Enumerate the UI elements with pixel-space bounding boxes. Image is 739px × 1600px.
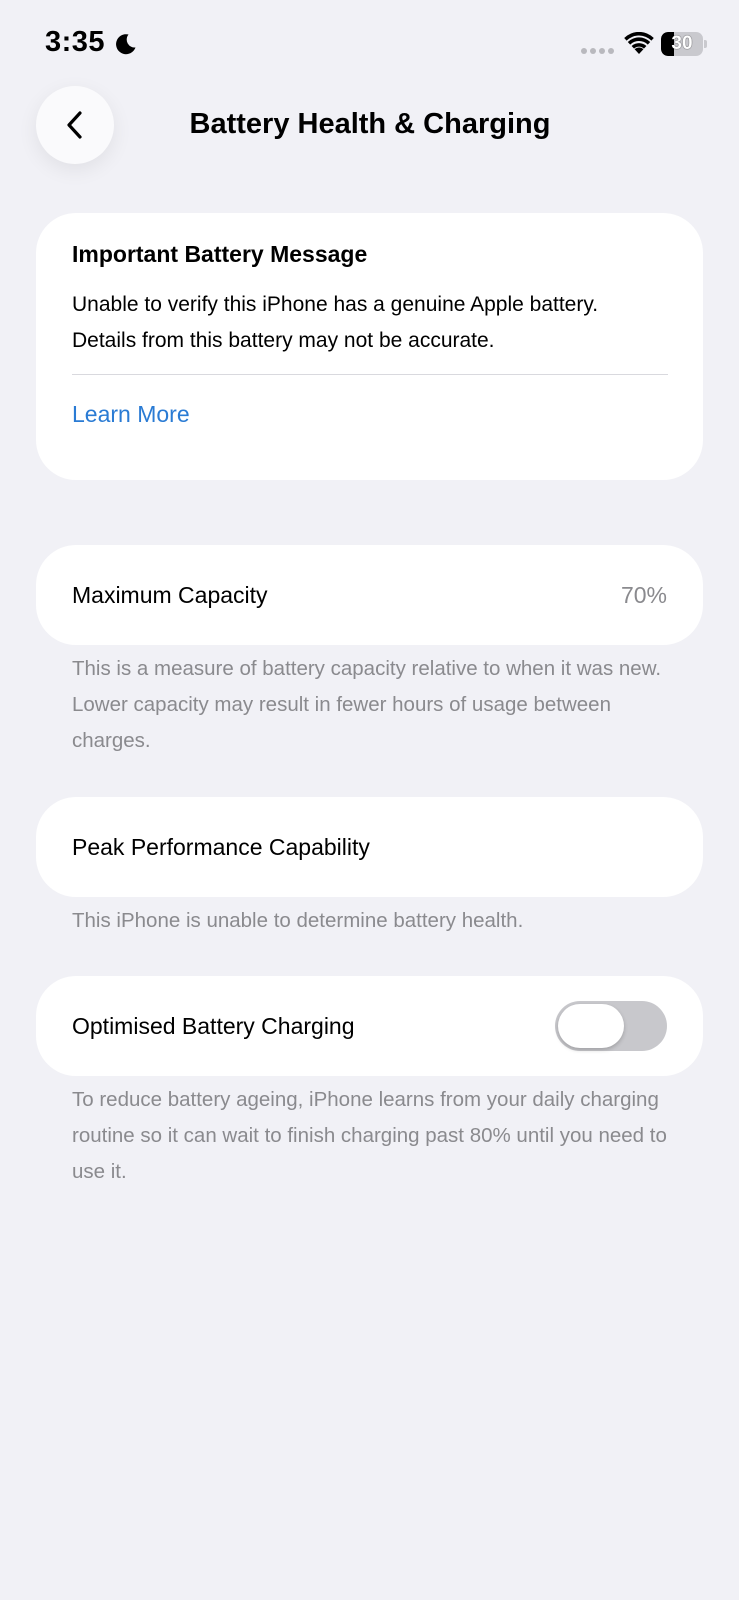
optimised-charging-footnote: To reduce battery ageing, iPhone learns … bbox=[72, 1088, 667, 1183]
peak-performance-label: Peak Performance Capability bbox=[72, 833, 370, 860]
optimised-charging-row: Optimised Battery Charging bbox=[36, 976, 703, 1076]
peak-performance-row: Peak Performance Capability bbox=[36, 797, 703, 897]
page-title: Battery Health & Charging bbox=[189, 108, 551, 140]
maximum-capacity-value: 70% bbox=[620, 581, 667, 608]
battery-level-text: 30 bbox=[671, 33, 693, 54]
battery-icon: 30 bbox=[661, 32, 707, 56]
cellular-signal-icon bbox=[581, 48, 614, 54]
chevron-left-icon bbox=[67, 111, 82, 139]
divider bbox=[72, 374, 668, 375]
back-button[interactable] bbox=[36, 86, 114, 164]
maximum-capacity-label: Maximum Capacity bbox=[72, 581, 268, 608]
message-body: Unable to verify this iPhone has a genui… bbox=[72, 287, 668, 359]
maximum-capacity-row: Maximum Capacity 70% bbox=[36, 545, 703, 645]
peak-performance-footnote: This iPhone is unable to determine batte… bbox=[72, 909, 524, 932]
status-time: 3:35 bbox=[45, 26, 106, 58]
toggle-knob bbox=[558, 1004, 624, 1048]
message-title: Important Battery Message bbox=[72, 241, 368, 267]
moon-icon bbox=[116, 34, 136, 55]
message-body-line: Details from this battery may not be acc… bbox=[72, 329, 495, 352]
maximum-capacity-footnote: This is a measure of battery capacity re… bbox=[72, 657, 662, 752]
optimised-charging-label: Optimised Battery Charging bbox=[72, 1012, 355, 1039]
status-bar: 3:35 30 bbox=[0, 0, 739, 90]
learn-more-link[interactable]: Learn More bbox=[72, 401, 190, 428]
wifi-icon bbox=[624, 32, 654, 54]
optimised-charging-toggle[interactable] bbox=[555, 1001, 667, 1051]
message-body-line: Unable to verify this iPhone has a genui… bbox=[72, 293, 599, 316]
important-battery-message-card: Important Battery Message Unable to veri… bbox=[36, 213, 703, 480]
